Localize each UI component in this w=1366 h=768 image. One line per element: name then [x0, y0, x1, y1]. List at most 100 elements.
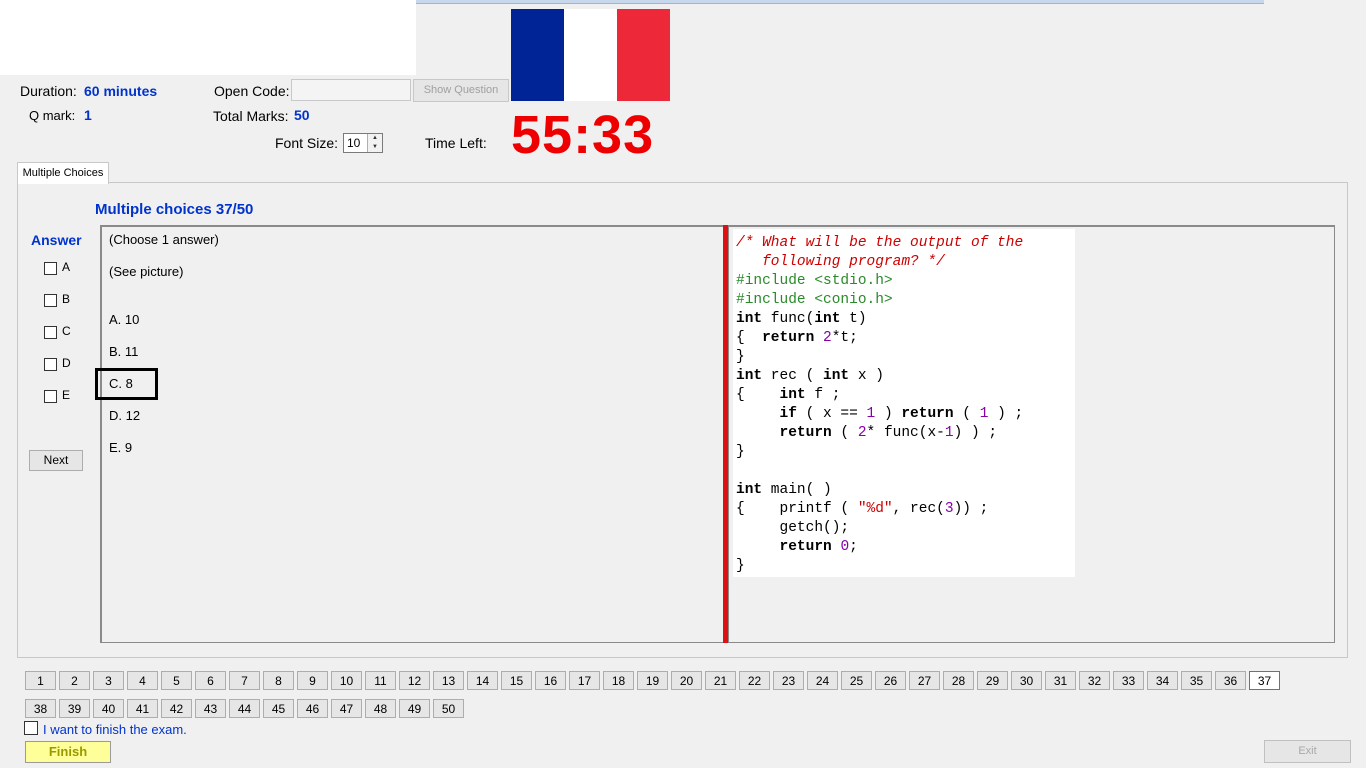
code-include1: #include <stdio.h>	[736, 273, 893, 289]
question-nav-button[interactable]: 45	[263, 699, 294, 718]
question-nav-button[interactable]: 37	[1249, 671, 1280, 690]
question-nav-button[interactable]: 34	[1147, 671, 1178, 690]
question-nav-button[interactable]: 22	[739, 671, 770, 690]
question-nav-button[interactable]: 16	[535, 671, 566, 690]
question-nav-button[interactable]: 29	[977, 671, 1008, 690]
code-include2: #include <conio.h>	[736, 292, 893, 308]
question-nav-button[interactable]: 46	[297, 699, 328, 718]
question-title: Multiple choices 37/50	[95, 201, 254, 218]
question-nav-button[interactable]: 17	[569, 671, 600, 690]
question-nav-button[interactable]: 23	[773, 671, 804, 690]
question-nav-button[interactable]: 33	[1113, 671, 1144, 690]
question-nav-button[interactable]: 44	[229, 699, 260, 718]
answer-checkbox-a[interactable]	[44, 262, 57, 275]
option-d: D. 12	[109, 408, 141, 423]
question-nav-button[interactable]: 10	[331, 671, 362, 690]
question-nav-button[interactable]: 43	[195, 699, 226, 718]
answer-label-a: A	[62, 260, 71, 274]
font-size-stepper[interactable]: 10 ▲ ▼	[343, 133, 383, 153]
question-see-picture: (See picture)	[109, 264, 184, 279]
question-nav-button[interactable]: 12	[399, 671, 430, 690]
answer-label-e: E	[62, 388, 71, 402]
question-nav-button[interactable]: 14	[467, 671, 498, 690]
option-a: A. 10	[109, 312, 140, 327]
finish-button[interactable]: Finish	[25, 741, 111, 763]
question-nav-button[interactable]: 7	[229, 671, 260, 690]
time-left-label: Time Left:	[425, 135, 487, 151]
question-nav-button[interactable]: 48	[365, 699, 396, 718]
question-nav-button[interactable]: 50	[433, 699, 464, 718]
question-nav-button[interactable]: 31	[1045, 671, 1076, 690]
duration-value: 60 minutes	[84, 83, 158, 99]
flag-red-band	[617, 9, 670, 101]
question-nav-button[interactable]: 35	[1181, 671, 1212, 690]
flag-white-band	[564, 9, 617, 101]
question-nav-button[interactable]: 15	[501, 671, 532, 690]
answer-label-c: C	[62, 324, 71, 338]
question-nav-button[interactable]: 9	[297, 671, 328, 690]
next-button[interactable]: Next	[29, 450, 83, 471]
question-nav-button[interactable]: 42	[161, 699, 192, 718]
question-nav-button[interactable]: 5	[161, 671, 192, 690]
answer-label-d: D	[62, 356, 71, 370]
option-e: E. 9	[109, 440, 133, 455]
question-nav-button[interactable]: 26	[875, 671, 906, 690]
code-comment-line2: following program? */	[736, 254, 945, 270]
answer-checkbox-c[interactable]	[44, 326, 57, 339]
question-nav-button[interactable]: 4	[127, 671, 158, 690]
question-nav-button[interactable]: 49	[399, 699, 430, 718]
question-nav-button[interactable]: 38	[25, 699, 56, 718]
open-code-input[interactable]	[291, 79, 411, 101]
duration-label: Duration:	[20, 83, 77, 99]
code-listing: /* What will be the output of the follow…	[736, 235, 1024, 574]
question-nav-button[interactable]: 1	[25, 671, 56, 690]
question-nav-button[interactable]: 41	[127, 699, 158, 718]
question-nav-button[interactable]: 20	[671, 671, 702, 690]
question-nav-button[interactable]: 28	[943, 671, 974, 690]
question-nav-button[interactable]: 6	[195, 671, 226, 690]
question-nav-button[interactable]: 32	[1079, 671, 1110, 690]
answer-checkbox-e[interactable]	[44, 390, 57, 403]
option-b: B. 11	[109, 344, 139, 359]
answer-checkbox-b[interactable]	[44, 294, 57, 307]
answer-title: Answer	[31, 232, 82, 248]
total-marks-value: 50	[294, 107, 310, 123]
answer-label-b: B	[62, 292, 71, 306]
finish-exam-checkbox[interactable]	[24, 721, 38, 735]
flag-blue-band	[511, 9, 564, 101]
question-nav-button[interactable]: 40	[93, 699, 124, 718]
show-question-button[interactable]: Show Question	[413, 79, 509, 102]
tab-multiple-choices[interactable]: Multiple Choices	[17, 162, 109, 184]
question-nav-button[interactable]: 19	[637, 671, 668, 690]
question-nav-button[interactable]: 27	[909, 671, 940, 690]
question-nav-button[interactable]: 8	[263, 671, 294, 690]
question-nav-button[interactable]: 30	[1011, 671, 1042, 690]
stepper-down-icon[interactable]: ▼	[367, 143, 382, 152]
question-text-area	[100, 225, 724, 643]
font-size-label: Font Size:	[275, 135, 339, 151]
question-nav-button[interactable]: 21	[705, 671, 736, 690]
question-nav-button[interactable]: 11	[365, 671, 396, 690]
question-nav-button[interactable]: 2	[59, 671, 90, 690]
question-nav-button[interactable]: 47	[331, 699, 362, 718]
highlight-box	[95, 368, 158, 400]
answer-checkbox-d[interactable]	[44, 358, 57, 371]
exit-button[interactable]: Exit	[1264, 740, 1351, 763]
french-flag-icon	[511, 9, 670, 101]
qmark-value: 1	[84, 107, 92, 123]
question-nav-button[interactable]: 24	[807, 671, 838, 690]
question-nav-button[interactable]: 25	[841, 671, 872, 690]
time-left-value: 55:33	[511, 105, 655, 165]
question-nav-button[interactable]: 39	[59, 699, 90, 718]
question-nav-button[interactable]: 13	[433, 671, 464, 690]
code-comment-line1: /* What will be the output of the	[736, 235, 1024, 251]
header-blank-area	[0, 0, 416, 75]
font-size-value: 10	[347, 136, 361, 150]
total-marks-label: Total Marks:	[213, 108, 289, 124]
question-nav-button[interactable]: 36	[1215, 671, 1246, 690]
question-nav-button[interactable]: 18	[603, 671, 634, 690]
question-nav-button[interactable]: 3	[93, 671, 124, 690]
question-instruction: (Choose 1 answer)	[109, 232, 219, 247]
finish-exam-label: I want to finish the exam.	[43, 722, 187, 737]
stepper-up-icon[interactable]: ▲	[367, 134, 382, 143]
